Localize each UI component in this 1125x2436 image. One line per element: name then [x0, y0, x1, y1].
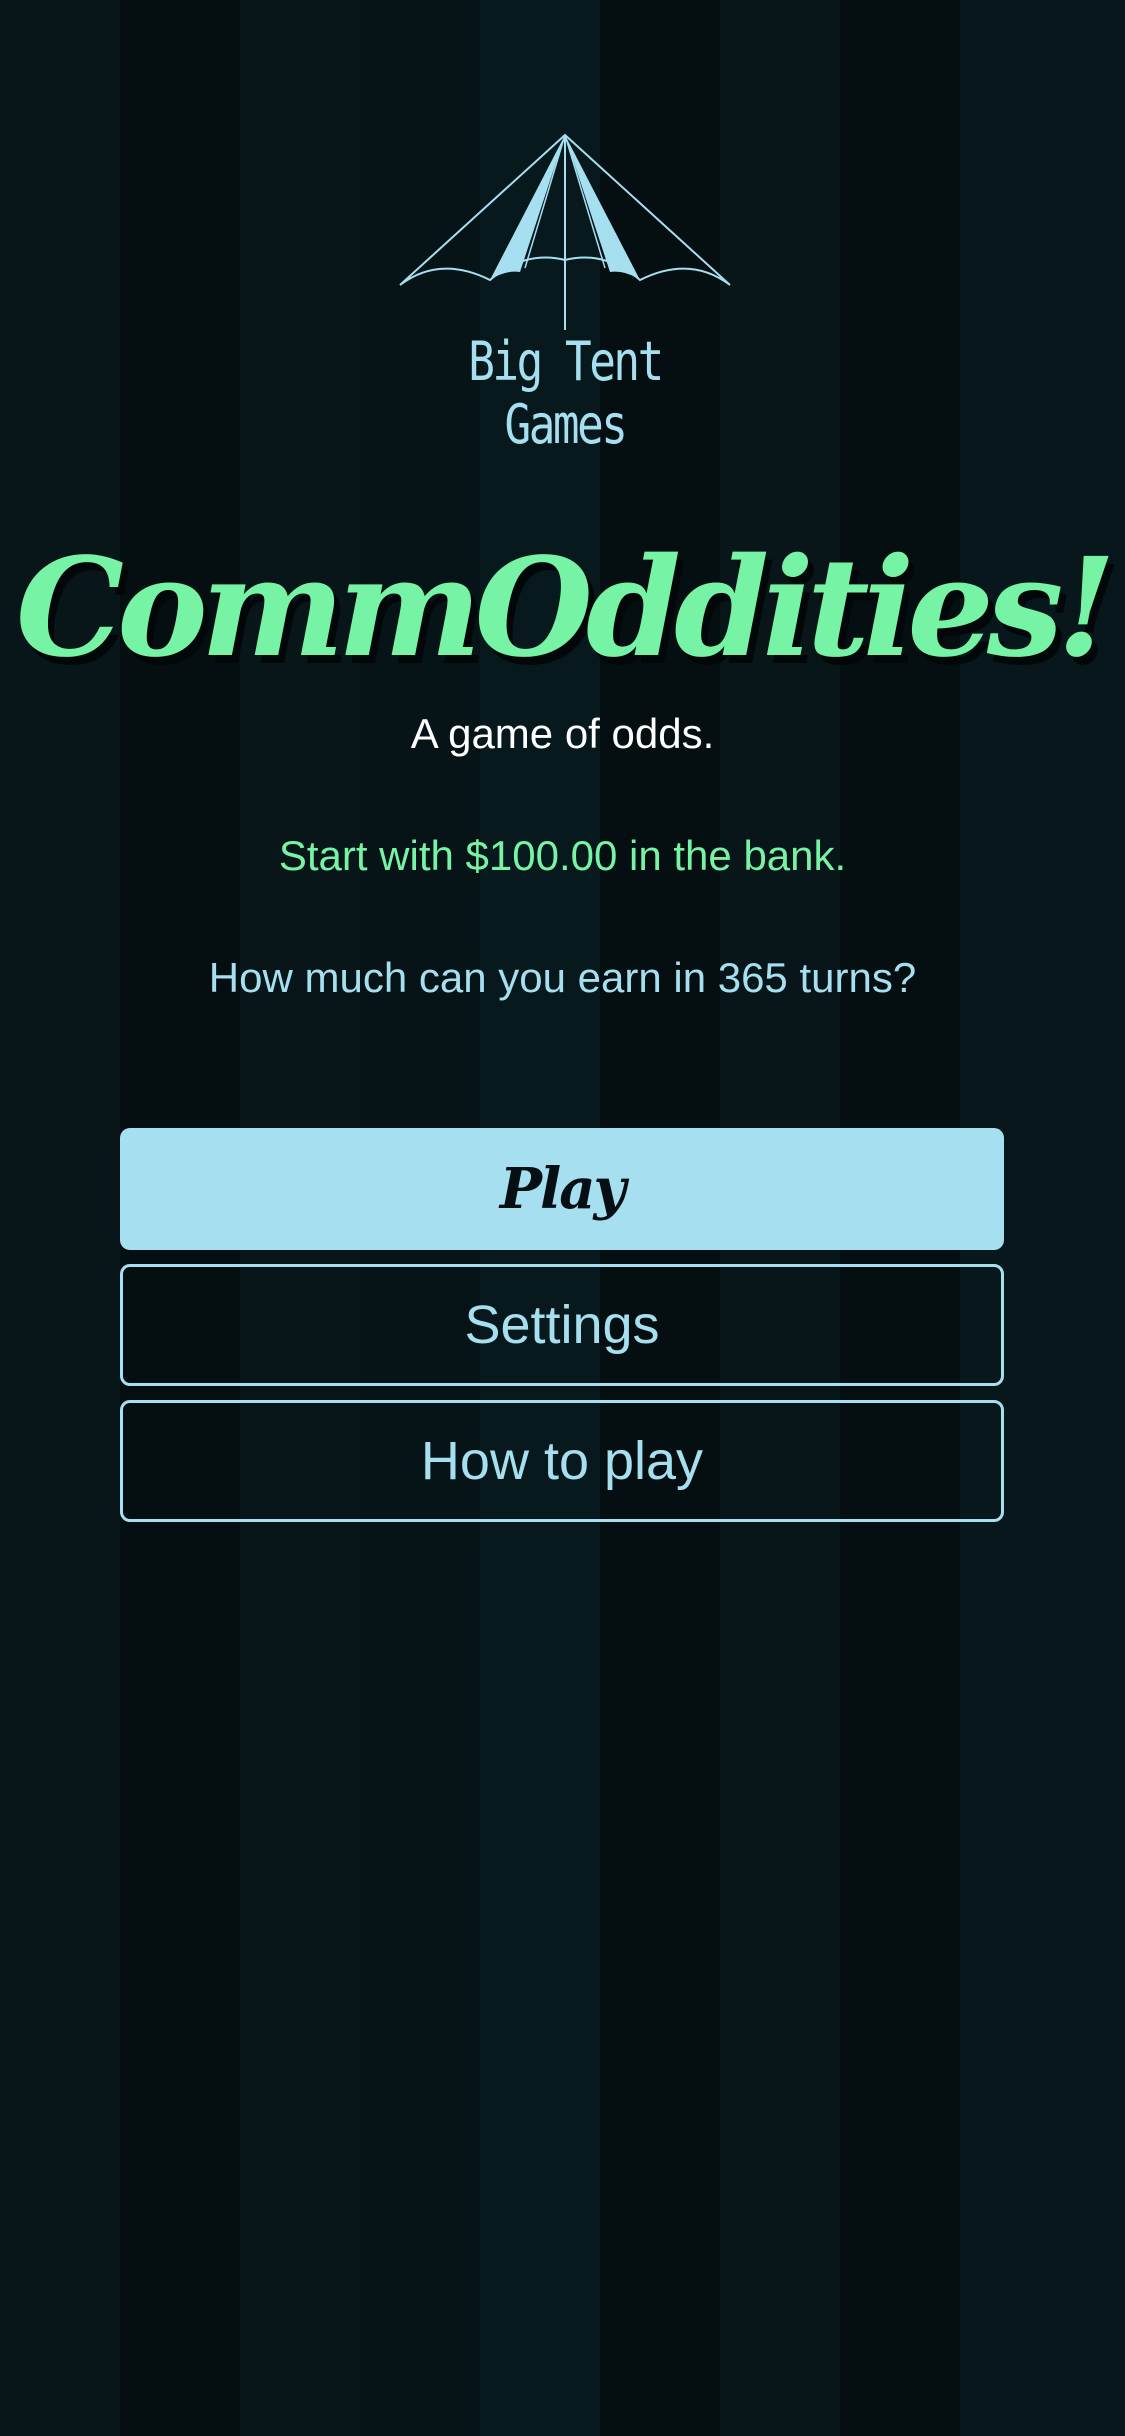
settings-button[interactable]: Settings [120, 1264, 1004, 1386]
how-to-play-button-label: How to play [420, 1431, 704, 1491]
brand-logo-text: Big Tent Games [468, 330, 664, 456]
play-button-label: Play [499, 1156, 626, 1222]
turns-question-text: How much can you earn in 365 turns? [208, 954, 917, 1001]
circus-tent-icon [399, 133, 731, 330]
game-title: CommOddities! [15, 528, 1116, 688]
how-to-play-button[interactable]: How to play [120, 1400, 1004, 1522]
brand-logo: Big Tent Games [395, 130, 735, 456]
settings-button-label: Settings [464, 1295, 660, 1355]
bank-start-text: Start with $100.00 in the bank. [278, 832, 847, 879]
game-subtitle: A game of odds. [410, 710, 715, 757]
play-button[interactable]: Play [120, 1128, 1004, 1250]
